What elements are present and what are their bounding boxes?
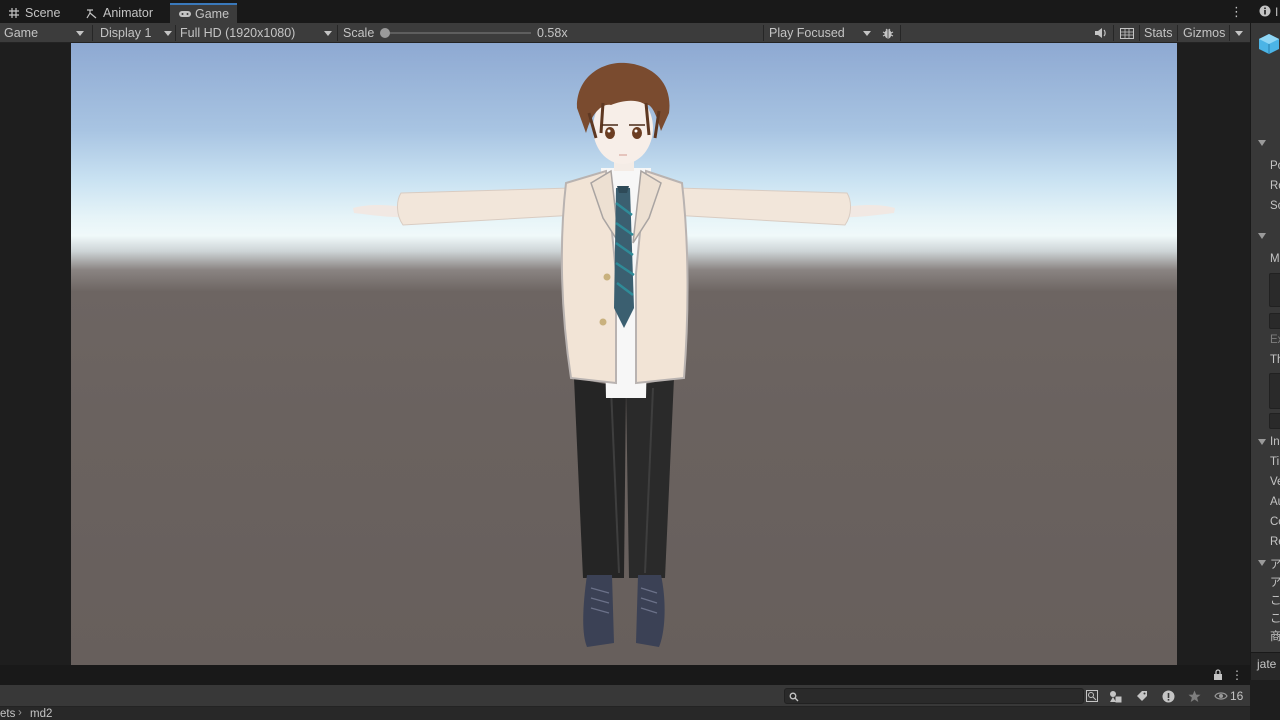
inspector-label: In [1270, 436, 1280, 448]
breadcrumb: ets › md2 [0, 707, 1250, 720]
divider [175, 25, 176, 41]
scale-slider-track[interactable] [385, 32, 531, 34]
inspector-label: こ [1270, 610, 1280, 626]
filter-by-label-icon[interactable] [1133, 687, 1151, 705]
foldout-triangle-icon[interactable] [1258, 140, 1266, 146]
divider [763, 25, 764, 41]
divider [337, 25, 338, 41]
editor-tab-strip: Scene Animator Game ⋮ [0, 0, 1250, 23]
animator-icon [86, 7, 98, 19]
divider [92, 25, 93, 41]
inspector-label: Sc [1270, 200, 1280, 212]
thumbnail-field[interactable] [1269, 373, 1280, 409]
chevron-down-icon [164, 31, 172, 36]
warning-filter-icon[interactable] [1159, 687, 1177, 705]
tab-animator[interactable]: Animator [78, 3, 161, 23]
display-label: Display 1 [100, 26, 152, 40]
divider [900, 25, 901, 41]
chevron-down-icon [863, 31, 871, 36]
tab-scene[interactable]: Scene [0, 3, 68, 23]
kebab-menu-icon[interactable]: ⋮ [1228, 666, 1246, 684]
inspector-label: Th [1270, 354, 1280, 366]
game-viewport[interactable] [71, 43, 1177, 665]
inspector-panel: I Po Ro Sc M Ex Th In Ti Ve Au Co Re ア ア… [1250, 0, 1280, 680]
inspector-label: 商 [1270, 628, 1280, 644]
resolution-dropdown[interactable]: Full HD (1920x1080) [180, 23, 336, 43]
foldout-triangle-icon[interactable] [1258, 233, 1266, 239]
divider [1113, 25, 1114, 41]
foldout-triangle-icon[interactable] [1258, 439, 1266, 445]
foldout-triangle-icon[interactable] [1258, 560, 1266, 566]
display-dropdown[interactable]: Display 1 [100, 23, 174, 43]
lock-icon[interactable] [1209, 666, 1227, 684]
search-by-type-icon[interactable] [1083, 687, 1101, 705]
eye-icon [1214, 692, 1228, 700]
inspector-label: M [1270, 253, 1280, 265]
chevron-down-icon [324, 31, 332, 36]
bug-icon[interactable] [879, 23, 897, 43]
divider [1139, 25, 1140, 41]
play-mode-dropdown[interactable]: Play Focused [769, 23, 873, 43]
divider [1229, 25, 1230, 41]
warning-box [1269, 273, 1280, 307]
breadcrumb-item[interactable]: md2 [30, 708, 52, 720]
inspector-label: Ex [1270, 334, 1280, 346]
inspector-footer-text: jate [1257, 657, 1277, 671]
inspector-body: Po Ro Sc M Ex Th In Ti Ve Au Co Re ア ア こ… [1251, 23, 1280, 658]
visible-count-label: 16 [1230, 689, 1244, 703]
scale-slider-handle[interactable] [380, 28, 390, 38]
scale-value: 0.58x [537, 26, 568, 40]
view-select-dropdown[interactable]: Game [4, 23, 90, 43]
breadcrumb-separator-icon: › [18, 707, 22, 719]
kebab-menu-icon[interactable]: ⋮ [1230, 4, 1243, 20]
grid-icon [8, 7, 20, 19]
chevron-down-icon [76, 31, 84, 36]
gizmos-button[interactable]: Gizmos [1183, 23, 1225, 43]
inspector-field[interactable] [1269, 313, 1280, 329]
gizmos-dropdown[interactable] [1231, 23, 1249, 43]
aspect-grid-icon[interactable] [1118, 23, 1136, 43]
inspector-label: Ve [1270, 476, 1280, 488]
inspector-label: こ [1270, 592, 1280, 608]
inspector-tab-header: I [1251, 0, 1280, 23]
view-select-label: Game [4, 26, 39, 40]
inspector-label: Po [1270, 160, 1280, 172]
visibility-count[interactable]: 16 [1214, 689, 1243, 703]
gamepad-icon [178, 8, 191, 20]
inspector-label: Ro [1270, 180, 1280, 192]
scale-label: Scale [343, 26, 375, 40]
speaker-icon[interactable] [1092, 23, 1110, 43]
tab-label: Scene [25, 6, 61, 20]
inspector-footer: jate [1251, 652, 1280, 676]
resolution-label: Full HD (1920x1080) [180, 26, 296, 40]
inspector-tab-label: I [1275, 5, 1279, 19]
play-mode-label: Play Focused [769, 26, 845, 40]
breadcrumb-item[interactable]: ets [0, 708, 15, 720]
stats-button[interactable]: Stats [1144, 23, 1173, 43]
inspector-label: Au [1270, 496, 1280, 508]
project-search-input[interactable] [784, 688, 1084, 704]
prefab-cube-icon [1258, 33, 1280, 58]
project-panel-header: ⋮ [0, 665, 1250, 685]
filter-by-type-icon[interactable] [1106, 687, 1124, 705]
chevron-down-icon [1235, 31, 1243, 36]
tab-label: Game [195, 7, 230, 21]
game-view-toolbar: Game Display 1 Full HD (1920x1080) Scale… [0, 23, 1250, 43]
inspector-label: Co [1270, 516, 1280, 528]
inspector-label: ア [1270, 574, 1280, 590]
star-icon[interactable] [1185, 687, 1203, 705]
avatar-character [353, 62, 895, 647]
search-icon [789, 691, 799, 705]
tab-label: Animator [103, 6, 154, 20]
tab-game[interactable]: Game [170, 3, 238, 23]
inspector-label: Ti [1270, 456, 1280, 468]
divider [1177, 25, 1178, 41]
info-icon[interactable] [1259, 5, 1271, 20]
inspector-label: ア [1270, 556, 1280, 572]
inspector-label: Re [1270, 536, 1280, 548]
inspector-field[interactable] [1269, 413, 1280, 429]
